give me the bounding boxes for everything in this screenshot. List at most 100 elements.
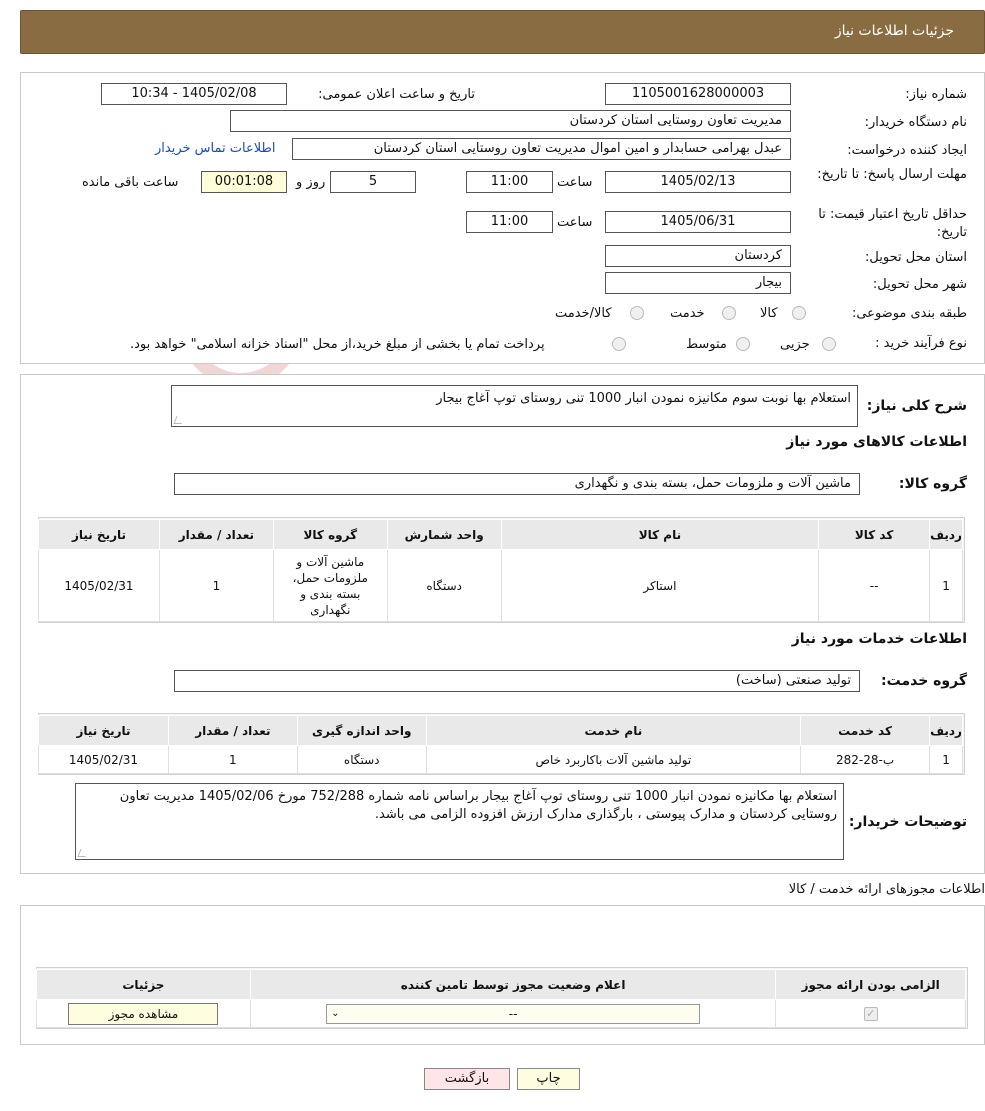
buyer-org-label: نام دستگاه خریدار: [864,115,967,130]
goods-cell-name: استاکر [500,549,820,622]
description-text: استعلام بها نوبت سوم مکانیزه نمودن انبار… [436,391,851,406]
permits-col-status: اعلام وضعیت مجوز توسط تامین کننده [249,969,777,1000]
goods-col-name: نام کالا [500,519,820,550]
permits-col-details: جزئیات [36,969,251,1000]
description-label: شرح کلی نیاز: [866,398,967,414]
category-option-goods: کالا [760,306,778,321]
process-option-minor: جزیی [780,337,810,352]
category-option-goods-service: کالا/خدمت [555,306,612,321]
process-note: پرداخت تمام یا بخشی از مبلغ خرید،از محل … [130,337,545,352]
services-cell-idx: 1 [929,745,963,774]
services-col-unit: واحد اندازه گیری [296,715,427,746]
validity-time-field: 11:00 [466,211,553,233]
services-col-idx: ردیف [929,715,963,746]
process-option-medium: متوسط [686,337,727,352]
services-table-row: 1 ب-28-282 تولید ماشین آلات باکاربرد خاص… [38,745,963,774]
goods-col-qty: تعداد / مقدار [158,519,274,550]
treasury-checkbox[interactable] [612,337,626,351]
category-radio-service[interactable] [722,306,736,320]
category-label: طبقه بندی موضوعی: [851,306,967,321]
announce-label: تاریخ و ساعت اعلان عمومی: [318,87,475,102]
services-col-code: کد خدمت [800,715,931,746]
deadline-time-label: ساعت [557,175,593,190]
resize-handle-icon[interactable] [173,416,185,424]
province-field: کردستان [605,245,791,267]
city-label: شهر محل تحویل: [872,277,967,292]
goods-col-idx: ردیف [929,519,963,550]
goods-col-group: گروه کالا [272,519,388,550]
province-label: استان محل تحویل: [865,250,967,265]
goods-cell-code: -- [818,549,931,622]
goods-col-code: کد کالا [818,519,931,550]
creator-field: عبدل بهرامی حسابدار و امین اموال مدیریت … [292,138,791,160]
permits-table: الزامی بودن ارائه مجوز اعلام وضعیت مجوز … [36,969,966,1028]
view-permit-button[interactable]: مشاهده مجوز [68,1002,219,1025]
goods-cell-unit: دستگاه [386,549,502,622]
resize-handle-icon[interactable] [77,849,89,857]
required-checkbox[interactable]: ✓ [863,1007,878,1021]
back-button[interactable]: بازگشت [424,1068,510,1090]
goods-cell-qty: 1 [158,549,274,622]
goods-col-unit: واحد شمارش [386,519,502,550]
permit-status-select[interactable]: -- ⌄ [326,1003,701,1024]
services-cell-date: 1405/02/31 [38,745,169,774]
buyer-notes-textarea[interactable]: استعلام بها مکانیزه نمودن انبار 1000 تنی… [75,783,844,860]
permits-title: اطلاعات مجوزهای ارائه خدمت / کالا [788,882,985,897]
chevron-down-icon: ⌄ [331,1007,340,1019]
goods-cell-group: ماشین آلات و ملزومات حمل، بسته بندی و نگ… [272,549,388,622]
deadline-date-field: 1405/02/13 [605,171,791,193]
process-radio-minor[interactable] [822,337,836,351]
services-col-name: نام خدمت [425,715,802,746]
days-field: 5 [330,171,416,193]
buyer-notes-text: استعلام بها مکانیزه نمودن انبار 1000 تنی… [119,789,837,822]
validity-date-field: 1405/06/31 [605,211,791,233]
page-title: جزئیات اطلاعات نیاز [834,23,954,39]
goods-section-title: اطلاعات کالاهای مورد نیاز [786,434,967,450]
buyer-org-field: مدیریت تعاون روستایی استان کردستان [230,110,791,132]
goods-table: ردیف کد کالا نام کالا واحد شمارش گروه کا… [38,519,963,622]
validity-label: حداقل تاریخ اعتبار قیمت: تا تاریخ: [818,207,967,240]
permits-cell-details: مشاهده مجوز [36,999,251,1028]
remaining-label: ساعت باقی مانده [82,175,179,190]
services-col-qty: تعداد / مقدار [167,715,298,746]
goods-table-row: 1 -- استاکر دستگاه ماشین آلات و ملزومات … [38,549,963,622]
need-number-field: 1105001628000003 [605,83,791,105]
announce-field: 1405/02/08 - 10:34 [101,83,287,105]
print-button[interactable]: چاپ [517,1068,580,1090]
need-number-label: شماره نیاز: [905,87,967,102]
services-group-label: گروه خدمت: [881,673,967,689]
deadline-label: مهلت ارسال پاسخ: تا تاریخ: [817,167,967,182]
services-cell-qty: 1 [167,745,298,774]
services-section-title: اطلاعات خدمات مورد نیاز [791,631,967,647]
days-label: روز و [296,175,326,190]
category-radio-goods[interactable] [792,306,806,320]
permits-cell-status: -- ⌄ [249,999,777,1028]
process-label: نوع فرآیند خرید : [875,336,967,351]
process-radio-medium[interactable] [736,337,750,351]
goods-cell-idx: 1 [929,549,963,622]
validity-time-label: ساعت [557,215,593,230]
page-header: جزئیات اطلاعات نیاز [20,10,985,54]
remaining-time-field: 00:01:08 [201,171,287,193]
permits-table-row: ✓ -- ⌄ مشاهده مجوز [36,999,966,1028]
goods-cell-date: 1405/02/31 [38,549,160,622]
goods-table-wrap: ردیف کد کالا نام کالا واحد شمارش گروه کا… [38,517,965,623]
creator-label: ایجاد کننده درخواست: [847,143,967,158]
services-table-wrap: ردیف کد خدمت نام خدمت واحد اندازه گیری ت… [38,713,965,775]
permit-status-value: -- [508,1006,518,1021]
buyer-notes-label: توضیحات خریدار: [848,814,967,830]
category-option-service: خدمت [670,306,705,321]
buyer-contact-link[interactable]: اطلاعات تماس خریدار [155,141,275,156]
services-col-date: تاریخ نیاز [38,715,169,746]
permits-table-wrap: الزامی بودن ارائه مجوز اعلام وضعیت مجوز … [36,967,968,1029]
city-field: بیجار [605,272,791,294]
description-textarea[interactable]: استعلام بها نوبت سوم مکانیزه نمودن انبار… [171,385,858,427]
services-cell-code: ب-28-282 [800,745,931,774]
goods-group-label: گروه کالا: [898,476,967,492]
permits-cell-required: ✓ [775,999,966,1028]
services-table: ردیف کد خدمت نام خدمت واحد اندازه گیری ت… [38,715,963,774]
deadline-time-field: 11:00 [466,171,553,193]
category-radio-goods-service[interactable] [630,306,644,320]
goods-group-field: ماشین آلات و ملزومات حمل، بسته بندی و نگ… [174,473,860,495]
services-cell-name: تولید ماشین آلات باکاربرد خاص [425,745,802,774]
